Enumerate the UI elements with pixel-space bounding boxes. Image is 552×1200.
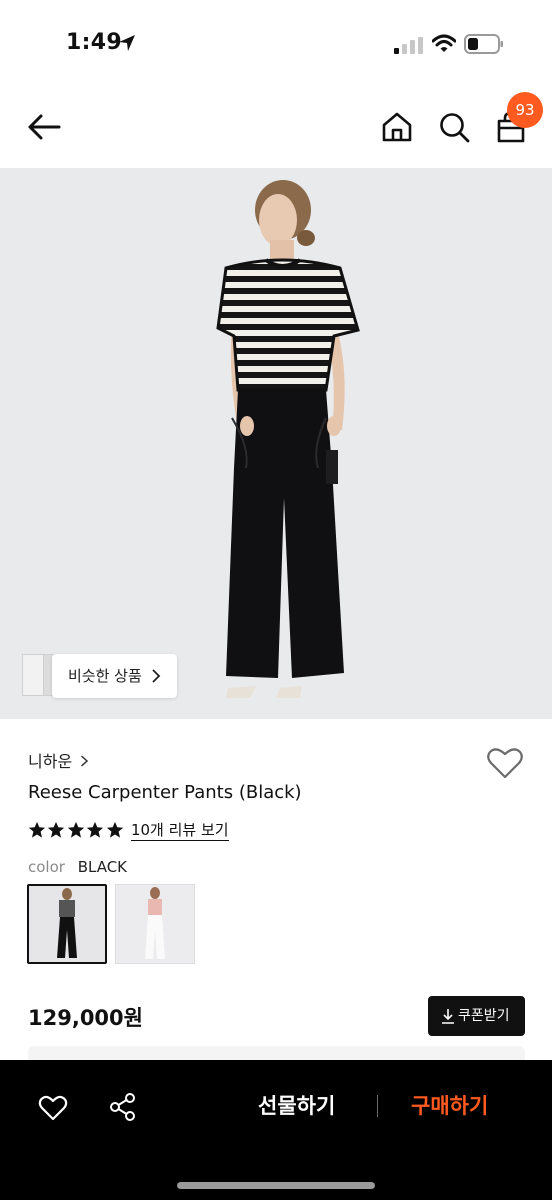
- color-label: color: [28, 858, 65, 876]
- home-icon[interactable]: [380, 110, 414, 144]
- search-icon[interactable]: [437, 110, 471, 144]
- status-bar: 1:49: [0, 0, 552, 90]
- heart-icon[interactable]: [38, 1094, 68, 1122]
- star-icon: [67, 821, 84, 838]
- similar-products-button[interactable]: 비슷한 상품: [52, 654, 177, 698]
- wifi-icon: [432, 34, 456, 52]
- wishlist-heart-icon[interactable]: [486, 746, 524, 780]
- star-icon: [106, 821, 123, 838]
- share-icon[interactable]: [108, 1092, 138, 1122]
- chevron-right-icon: [81, 755, 89, 767]
- product-title: Reese Carpenter Pants (Black): [28, 782, 302, 803]
- similar-thumb: [22, 654, 44, 696]
- similar-products-thumbnails[interactable]: [22, 654, 56, 696]
- star-icon: [28, 821, 46, 838]
- star-icon: [48, 821, 65, 838]
- brand-link[interactable]: 니하운: [28, 748, 89, 772]
- reviews-link[interactable]: 10개 리뷰 보기: [130, 820, 229, 841]
- cart-count-badge: 93: [507, 92, 543, 128]
- swatch-thumbnail: [145, 887, 165, 959]
- cellular-signal-icon: [394, 37, 423, 54]
- status-time: 1:49: [66, 30, 122, 55]
- location-arrow-icon: [119, 35, 135, 51]
- color-swatch-white[interactable]: [115, 884, 195, 964]
- color-swatch-black[interactable]: [27, 884, 107, 964]
- top-nav-bar: 93: [0, 90, 552, 168]
- gift-button[interactable]: 선물하기: [258, 1090, 335, 1120]
- download-icon: [442, 1009, 454, 1024]
- color-row: color BLACK: [28, 858, 127, 876]
- star-icon: [87, 821, 104, 838]
- coupon-label: 쿠폰받기: [458, 1008, 510, 1024]
- battery-icon: [464, 34, 503, 54]
- buy-button[interactable]: 구매하기: [411, 1090, 488, 1120]
- divider: [377, 1095, 378, 1117]
- coupon-button[interactable]: 쿠폰받기: [428, 996, 525, 1036]
- home-indicator: [177, 1182, 375, 1189]
- star-rating: [28, 821, 125, 839]
- bottom-action-bar: 선물하기 구매하기: [0, 1060, 552, 1200]
- brand-name: 니하운: [28, 752, 73, 771]
- color-value: BLACK: [77, 858, 128, 876]
- product-photo-model: [216, 180, 360, 698]
- swatch-thumbnail: [57, 888, 77, 958]
- rating-row: 10개 리뷰 보기: [28, 818, 229, 842]
- similar-products-label: 비슷한 상품: [68, 667, 142, 685]
- back-arrow-icon[interactable]: [26, 112, 62, 142]
- product-image[interactable]: 비슷한 상품: [0, 168, 552, 719]
- product-price: 129,000원: [28, 1006, 143, 1030]
- chevron-right-icon: [152, 669, 161, 683]
